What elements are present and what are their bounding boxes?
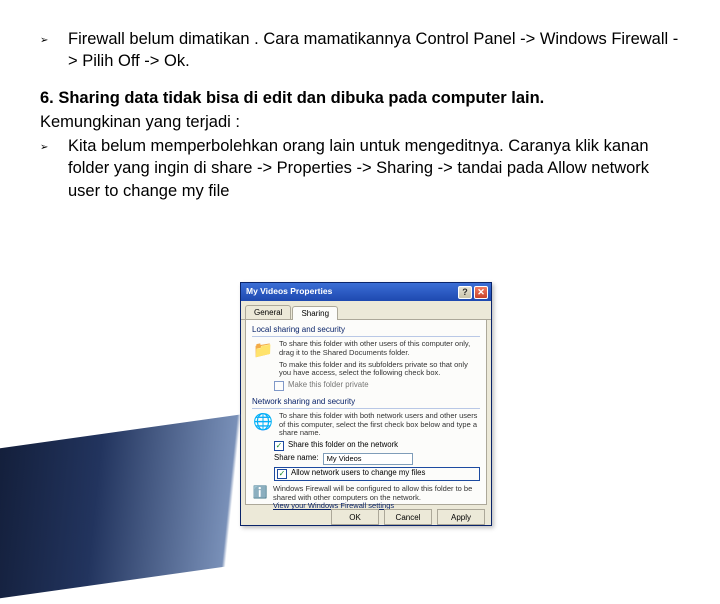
help-button[interactable]: ? [458, 286, 472, 299]
cancel-button[interactable]: Cancel [384, 509, 432, 525]
paragraph-firewall: Firewall belum dimatikan . Cara mamatika… [68, 28, 680, 73]
subheading: Kemungkinan yang terjadi : [40, 111, 680, 133]
bullet-arrow: ➢ [40, 135, 68, 202]
titlebar[interactable]: My Videos Properties ? ✕ [241, 283, 491, 301]
apply-button[interactable]: Apply [437, 509, 485, 525]
bullet-arrow: ➢ [40, 28, 68, 73]
paragraph-sharing: Kita belum memperbolehkan orang lain unt… [68, 135, 680, 202]
checkbox-make-private [274, 381, 284, 391]
network-desc: To share this folder with both network u… [279, 412, 480, 438]
local-desc-2: To make this folder and its subfolders p… [279, 361, 480, 378]
close-button[interactable]: ✕ [474, 286, 488, 299]
group-local-title: Local sharing and security [252, 325, 480, 334]
firewall-warning: Windows Firewall will be configured to a… [273, 485, 480, 502]
ok-button[interactable]: OK [331, 509, 379, 525]
local-desc-1: To share this folder with other users of… [279, 340, 480, 357]
label-share-folder: Share this folder on the network [288, 441, 398, 450]
hand-folder-icon: 📁 [252, 340, 274, 362]
group-network-title: Network sharing and security [252, 397, 480, 406]
label-make-private: Make this folder private [288, 381, 369, 390]
section-heading-6: 6. Sharing data tidak bisa di edit dan d… [40, 87, 680, 109]
label-allow-change: Allow network users to change my files [291, 469, 425, 478]
tab-sharing[interactable]: Sharing [292, 306, 338, 320]
decorative-wedge [0, 406, 300, 604]
tab-general[interactable]: General [245, 305, 291, 319]
dialog-title: My Videos Properties [246, 287, 332, 297]
input-share-name[interactable]: My Videos [323, 453, 413, 465]
